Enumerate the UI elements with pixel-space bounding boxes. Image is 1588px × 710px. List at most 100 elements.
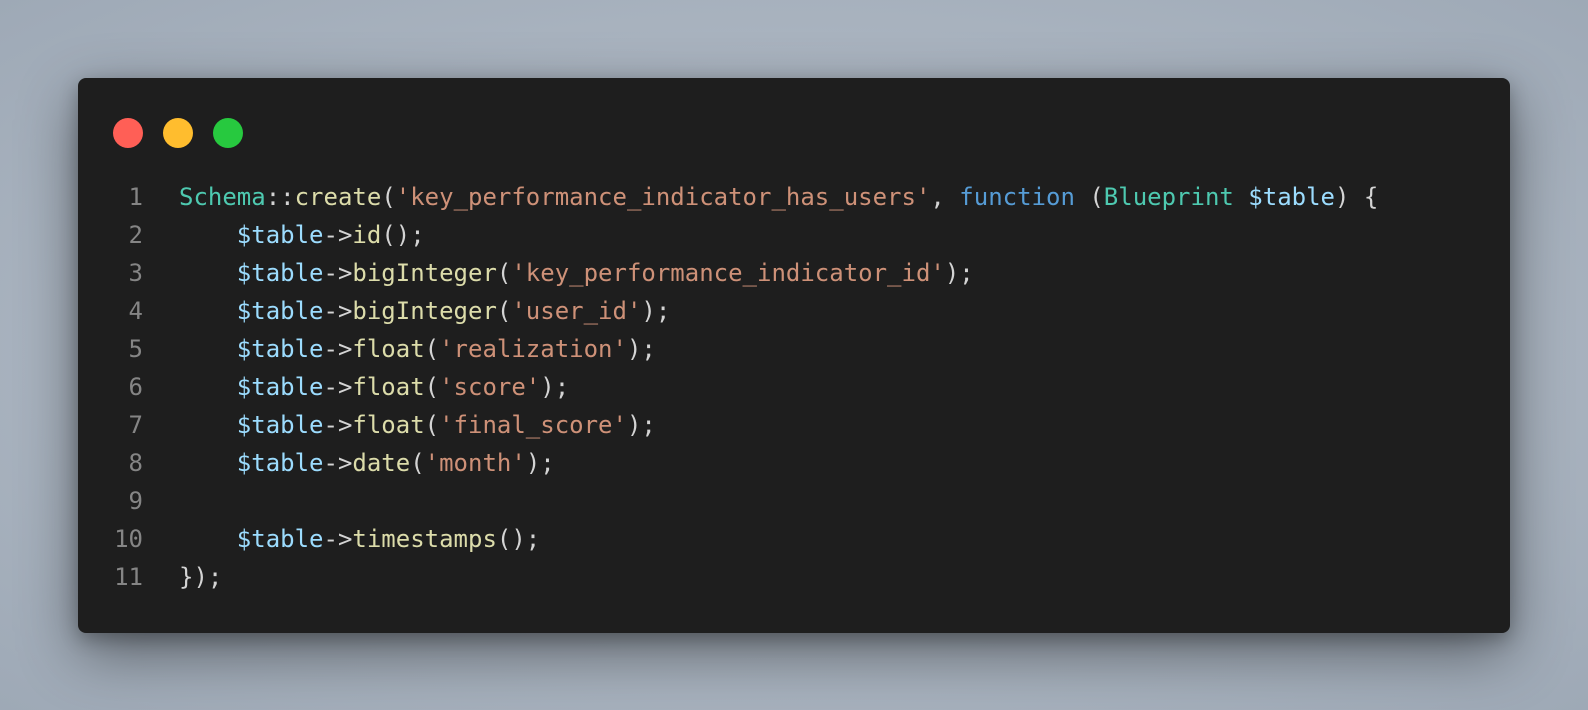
code-function-token: bigInteger bbox=[352, 297, 497, 325]
line-source: $table->float('score'); bbox=[143, 368, 569, 406]
code-punctuation-token: ( bbox=[381, 183, 396, 211]
code-punctuation-token: :: bbox=[265, 183, 295, 211]
code-punctuation-token: -> bbox=[323, 297, 353, 325]
code-function-token: float bbox=[352, 373, 425, 401]
code-variable-token: $table bbox=[236, 335, 324, 363]
line-number: 10 bbox=[114, 525, 143, 553]
code-punctuation-token: -> bbox=[323, 411, 353, 439]
code-function-token: create bbox=[294, 183, 382, 211]
code-class-token: Schema bbox=[179, 183, 266, 211]
code-punctuation-token: -> bbox=[323, 373, 353, 401]
code-punctuation-token: -> bbox=[323, 449, 353, 477]
line-number: 7 bbox=[128, 411, 143, 439]
maximize-button[interactable] bbox=[213, 118, 243, 148]
code-line: 6 $table->float('score'); bbox=[78, 368, 1510, 406]
code-line: 8 $table->date('month'); bbox=[78, 444, 1510, 482]
code-punctuation-token bbox=[179, 449, 237, 477]
code-punctuation-token: ( bbox=[424, 335, 440, 363]
code-punctuation-token bbox=[179, 335, 237, 363]
line-number: 1 bbox=[128, 183, 143, 211]
code-variable-token: $table bbox=[236, 373, 324, 401]
code-punctuation-token: ); bbox=[626, 335, 656, 363]
code-punctuation-token: -> bbox=[323, 259, 353, 287]
code-punctuation-token: -> bbox=[323, 525, 353, 553]
line-source: $table->bigInteger('user_id'); bbox=[143, 292, 671, 330]
line-number: 2 bbox=[128, 221, 143, 249]
code-punctuation-token: ( bbox=[424, 373, 440, 401]
code-string-token: 'realization' bbox=[439, 335, 627, 363]
line-source: $table->timestamps(); bbox=[143, 520, 540, 558]
code-line: 9 bbox=[78, 482, 1510, 520]
code-function-token: bigInteger bbox=[352, 259, 497, 287]
code-block: 1 Schema::create('key_performance_indicat… bbox=[78, 178, 1510, 596]
code-punctuation-token bbox=[179, 297, 237, 325]
code-punctuation-token: }); bbox=[179, 563, 223, 591]
code-punctuation-token: ( bbox=[424, 411, 440, 439]
code-string-token: 'score' bbox=[439, 373, 541, 401]
code-keyword-token: function bbox=[959, 183, 1075, 211]
code-punctuation-token: ( bbox=[496, 259, 512, 287]
code-punctuation-token bbox=[179, 221, 237, 249]
code-punctuation-token: ); bbox=[641, 297, 671, 325]
code-window: 1 Schema::create('key_performance_indicat… bbox=[78, 78, 1510, 633]
code-punctuation-token: -> bbox=[323, 221, 353, 249]
code-function-token: timestamps bbox=[352, 525, 497, 553]
code-line: 1 Schema::create('key_performance_indicat… bbox=[78, 178, 1510, 216]
code-variable-token: $table bbox=[236, 411, 324, 439]
line-number: 11 bbox=[114, 563, 143, 591]
code-function-token: float bbox=[352, 411, 425, 439]
code-punctuation-token: ); bbox=[626, 411, 656, 439]
code-line: 4 $table->bigInteger('user_id'); bbox=[78, 292, 1510, 330]
code-function-token: float bbox=[352, 335, 425, 363]
code-line: 7 $table->float('final_score'); bbox=[78, 406, 1510, 444]
code-function-token: id bbox=[352, 221, 382, 249]
code-punctuation-token bbox=[179, 373, 237, 401]
code-string-token: 'month' bbox=[424, 449, 526, 477]
code-function-token: date bbox=[352, 449, 411, 477]
line-number: 6 bbox=[128, 373, 143, 401]
code-punctuation-token: ); bbox=[540, 373, 570, 401]
minimize-button[interactable] bbox=[163, 118, 193, 148]
code-punctuation-token: -> bbox=[323, 335, 353, 363]
code-variable-token: $table bbox=[1248, 183, 1335, 211]
code-punctuation-token: (); bbox=[496, 525, 541, 553]
code-line: 3 $table->bigInteger('key_performance_in… bbox=[78, 254, 1510, 292]
code-punctuation-token bbox=[179, 411, 237, 439]
code-line: 5 $table->float('realization'); bbox=[78, 330, 1510, 368]
code-punctuation-token: ); bbox=[944, 259, 974, 287]
code-punctuation-token bbox=[179, 259, 237, 287]
line-number: 9 bbox=[128, 487, 143, 515]
line-source: $table->bigInteger('key_performance_indi… bbox=[143, 254, 974, 292]
line-number: 5 bbox=[128, 335, 143, 363]
line-source: $table->float('final_score'); bbox=[143, 406, 656, 444]
line-source bbox=[143, 482, 179, 520]
code-punctuation-token: ( bbox=[410, 449, 425, 477]
line-source: }); bbox=[143, 558, 222, 596]
line-source: $table->date('month'); bbox=[143, 444, 555, 482]
code-variable-token: $table bbox=[236, 449, 324, 477]
code-string-token: 'key_performance_indicator_has_users' bbox=[395, 183, 931, 211]
code-punctuation-token: (); bbox=[381, 221, 425, 249]
code-string-token: 'key_performance_indicator_id' bbox=[511, 259, 945, 287]
code-punctuation-token bbox=[1234, 183, 1248, 211]
code-punctuation-token: , bbox=[930, 183, 960, 211]
window-controls bbox=[113, 118, 243, 148]
code-line: 11}); bbox=[78, 558, 1510, 596]
code-punctuation-token: ( bbox=[1074, 183, 1104, 211]
code-variable-token: $table bbox=[236, 525, 324, 553]
code-line: 10 $table->timestamps(); bbox=[78, 520, 1510, 558]
line-source: $table->float('realization'); bbox=[143, 330, 656, 368]
code-string-token: 'final_score' bbox=[439, 411, 627, 439]
line-number: 3 bbox=[128, 259, 143, 287]
line-number: 8 bbox=[128, 449, 143, 477]
line-number: 4 bbox=[128, 297, 143, 325]
code-variable-token: $table bbox=[236, 297, 324, 325]
code-variable-token: $table bbox=[236, 221, 324, 249]
line-source: $table->id(); bbox=[143, 216, 425, 254]
close-button[interactable] bbox=[113, 118, 143, 148]
code-line: 2 $table->id(); bbox=[78, 216, 1510, 254]
code-punctuation-token: ) { bbox=[1335, 183, 1379, 211]
code-punctuation-token: ( bbox=[496, 297, 512, 325]
code-variable-token: $table bbox=[236, 259, 324, 287]
code-punctuation-token: ); bbox=[525, 449, 555, 477]
